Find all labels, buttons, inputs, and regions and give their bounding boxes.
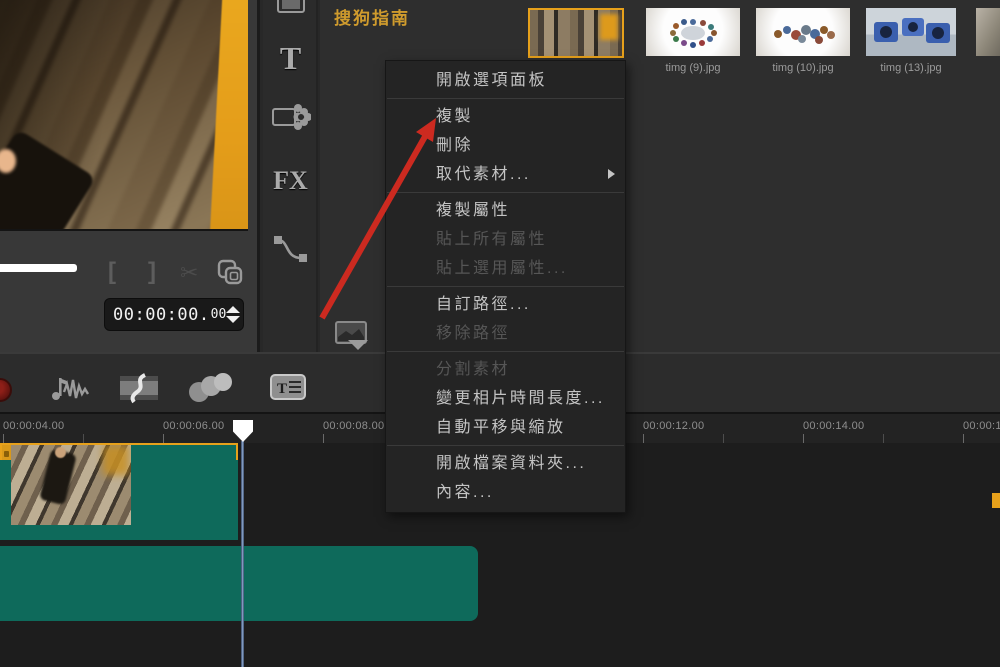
mark-in-button[interactable]: [: [108, 258, 116, 286]
ruler-timestamp: 00:00:16.00: [963, 420, 1000, 432]
preview-panel: [ ] ✂ 00:00:00. 00: [0, 0, 260, 352]
timecode-display[interactable]: 00:00:00. 00: [104, 298, 244, 331]
ruler-timestamp: 00:00:12.00: [643, 420, 705, 432]
menu-item-copy[interactable]: 複製: [386, 102, 625, 131]
fx-filter-tool-icon[interactable]: FX: [263, 166, 318, 196]
gallery-thumbnail[interactable]: [756, 8, 850, 56]
submenu-arrow-icon: [608, 169, 615, 179]
watermark-text: 搜狗指南: [334, 9, 410, 28]
menu-item-copy-attributes[interactable]: 複製屬性: [386, 196, 625, 225]
motion-path-tool-icon[interactable]: [263, 232, 318, 271]
svg-text:T: T: [277, 381, 287, 397]
transition-effects-icon[interactable]: [116, 372, 162, 409]
color-grading-icon[interactable]: [186, 372, 236, 409]
gallery-category-dropdown-icon[interactable]: [334, 320, 378, 355]
trim-progress-bar[interactable]: [0, 264, 77, 272]
menu-separator: [387, 445, 624, 446]
title-tool-icon[interactable]: T: [263, 40, 318, 77]
split-clip-button-scissors-icon[interactable]: ✂: [180, 260, 198, 286]
menu-item-split-clip: 分割素材: [436, 361, 511, 378]
menu-item-open-file-folder[interactable]: 開啟檔案資料夾...: [386, 449, 625, 478]
enlarge-preview-icon[interactable]: [216, 258, 244, 291]
timecode-stepper[interactable]: [226, 306, 241, 323]
videostudio-app: [ ] ✂ 00:00:00. 00 T FX 搜狗指南 timg (9).jp…: [0, 0, 1000, 667]
gallery-thumbnail[interactable]: [646, 8, 740, 56]
menu-item-auto-pan-zoom[interactable]: 自動平移與縮放: [386, 413, 625, 442]
menu-item-replace-clip[interactable]: 取代素材...: [386, 160, 625, 189]
record-capture-icon[interactable]: [0, 378, 12, 402]
menu-item-change-photo-duration[interactable]: 變更相片時間長度...: [386, 384, 625, 413]
stepper-up-icon[interactable]: [226, 306, 241, 313]
edit-step-sidebar: T FX: [263, 0, 318, 352]
menu-item-delete[interactable]: 刪除: [386, 131, 625, 160]
stepper-down-icon[interactable]: [226, 316, 241, 323]
ruler-timestamp: 00:00:14.00: [803, 420, 865, 432]
gallery-thumbnail-selected[interactable]: [528, 8, 624, 58]
playhead-line: [241, 441, 244, 667]
menu-separator: [387, 351, 624, 352]
ruler-timestamp: 00:00:08.00: [323, 420, 385, 432]
clip-thumbnail: [11, 445, 131, 525]
preview-monitor: [0, 0, 248, 231]
thumbnail-filename: timg (13).jpg: [880, 62, 942, 74]
graphics-tool-icon[interactable]: [263, 102, 318, 137]
menu-separator: [387, 192, 624, 193]
menu-item-properties[interactable]: 內容...: [386, 478, 625, 507]
thumbnail-filename: timg (10).jpg: [772, 62, 834, 74]
menu-item-paste-optional-attributes: 貼上選用屬性...: [436, 260, 568, 277]
clip-context-menu: 開啟選項面板 複製 刪除 取代素材... 複製屬性 貼上所有屬性 貼上選用屬性.…: [385, 60, 626, 513]
menu-separator: [387, 286, 624, 287]
ruler-timestamp: 00:00:06.00: [163, 420, 225, 432]
subtitle-editor-icon[interactable]: T: [269, 372, 307, 407]
sound-mixer-icon[interactable]: [48, 372, 94, 409]
menu-item-open-options-panel[interactable]: 開啟選項面板: [386, 66, 625, 95]
timecode-value: 00:00:00.: [113, 304, 210, 325]
menu-separator: [387, 98, 624, 99]
gallery-thumbnail-partial[interactable]: [976, 8, 1000, 56]
menu-item-paste-all-attributes: 貼上所有屬性: [436, 231, 548, 248]
ruler-timestamp: 00:00:04.00: [3, 420, 65, 432]
mark-out-button[interactable]: ]: [148, 258, 156, 286]
menu-item-customize-path[interactable]: 自訂路徑...: [386, 290, 625, 319]
clip-trim-handle[interactable]: [992, 493, 1000, 508]
timecode-frames: 00: [210, 307, 227, 322]
gallery-thumbnail[interactable]: [866, 8, 956, 56]
media-library-icon[interactable]: [263, 0, 318, 19]
overlay-track-clip[interactable]: [0, 546, 478, 621]
menu-item-remove-path: 移除路徑: [436, 325, 511, 342]
thumbnail-filename: timg (9).jpg: [665, 62, 721, 74]
